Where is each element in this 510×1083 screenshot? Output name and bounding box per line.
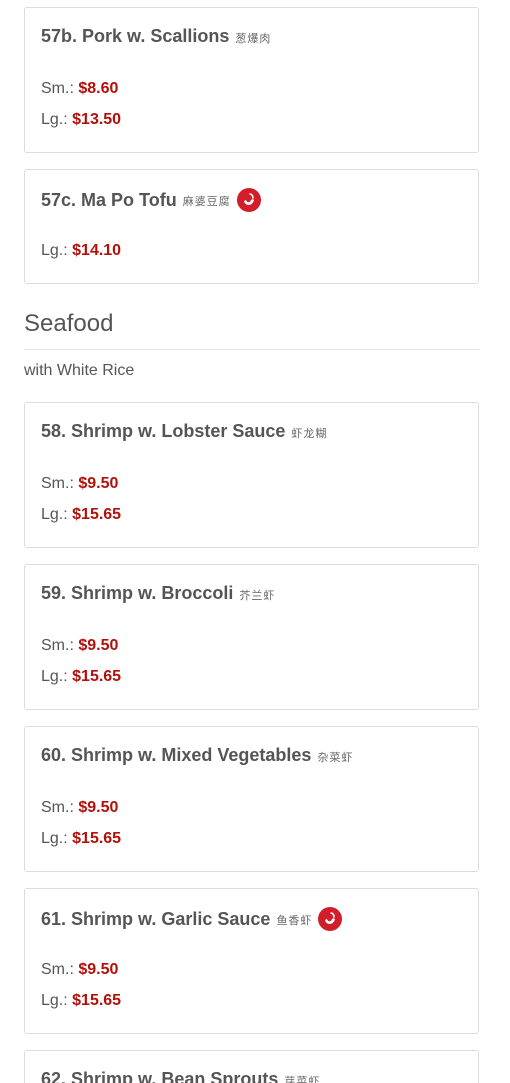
price-large: Lg.: $15.65	[41, 668, 121, 686]
menu-item-chinese-name: 麻婆豆腐	[182, 196, 231, 208]
price-value: $14.10	[72, 242, 122, 259]
menu-item-card[interactable]: 58. Shrimp w. Lobster Sauce 虾龙糊 Sm.: $9.…	[24, 402, 479, 548]
menu-item-card[interactable]: 62. Shrimp w. Bean Sprouts 芽菜虾	[24, 1050, 479, 1083]
menu-item-card[interactable]: 57c. Ma Po Tofu 麻婆豆腐 Lg.: $14.10	[24, 169, 479, 284]
section-divider	[24, 349, 480, 350]
menu-item-card[interactable]: 61. Shrimp w. Garlic Sauce 鱼香虾 Sm.: $9.5…	[24, 888, 479, 1034]
price-label: Lg.:	[41, 668, 68, 685]
menu-item-title: 57b. Pork w. Scallions 葱爆肉	[41, 26, 271, 47]
menu-item-title: 61. Shrimp w. Garlic Sauce 鱼香虾	[41, 907, 343, 931]
price-label: Lg.:	[41, 992, 68, 1009]
price-small: Sm.: $9.50	[41, 961, 118, 979]
price-value: $9.50	[78, 475, 119, 492]
menu-item-chinese-name: 芽菜虾	[284, 1075, 321, 1083]
menu-item-name: 60. Shrimp w. Mixed Vegetables	[41, 745, 312, 765]
price-large: Lg.: $14.10	[41, 242, 121, 260]
price-value: $13.50	[72, 111, 122, 128]
price-value: $15.65	[72, 668, 122, 685]
section-title: Seafood	[24, 310, 114, 337]
price-label: Sm.:	[41, 799, 74, 816]
menu-page: 57b. Pork w. Scallions 葱爆肉 Sm.: $8.60 Lg…	[0, 0, 510, 1083]
price-value: $9.50	[78, 799, 119, 816]
menu-item-title: 59. Shrimp w. Broccoli 芥兰虾	[41, 583, 275, 604]
menu-item-chinese-name: 鱼香虾	[276, 915, 313, 927]
menu-item-title: 62. Shrimp w. Bean Sprouts 芽菜虾	[41, 1069, 320, 1083]
price-label: Sm.:	[41, 637, 74, 654]
chili-pepper-icon	[236, 188, 261, 212]
chili-pepper-icon	[318, 907, 343, 931]
price-small: Sm.: $9.50	[41, 475, 118, 493]
price-label: Sm.:	[41, 475, 74, 492]
menu-item-title: 57c. Ma Po Tofu 麻婆豆腐	[41, 188, 261, 212]
menu-item-chinese-name: 葱爆肉	[235, 32, 272, 45]
price-value: $8.60	[78, 80, 119, 97]
price-small: Sm.: $9.50	[41, 637, 118, 655]
price-label: Lg.:	[41, 830, 68, 847]
menu-item-name: 59. Shrimp w. Broccoli	[41, 583, 234, 603]
section-description: with White Rice	[24, 362, 135, 379]
menu-item-name: 61. Shrimp w. Garlic Sauce	[41, 908, 271, 929]
price-label: Lg.:	[41, 111, 68, 128]
menu-item-title: 58. Shrimp w. Lobster Sauce 虾龙糊	[41, 421, 327, 442]
price-label: Lg.:	[41, 242, 68, 259]
menu-item-name: 58. Shrimp w. Lobster Sauce	[41, 421, 286, 441]
menu-item-name: 62. Shrimp w. Bean Sprouts	[41, 1069, 279, 1083]
menu-item-card[interactable]: 60. Shrimp w. Mixed Vegetables 杂菜虾 Sm.: …	[24, 726, 479, 872]
price-value: $9.50	[78, 637, 119, 654]
menu-item-card[interactable]: 59. Shrimp w. Broccoli 芥兰虾 Sm.: $9.50 Lg…	[24, 564, 479, 710]
price-large: Lg.: $15.65	[41, 506, 121, 524]
price-large: Lg.: $15.65	[41, 830, 121, 848]
price-value: $15.65	[72, 506, 122, 523]
menu-item-card[interactable]: 57b. Pork w. Scallions 葱爆肉 Sm.: $8.60 Lg…	[24, 7, 479, 153]
price-large: Lg.: $15.65	[41, 992, 121, 1010]
price-label: Sm.:	[41, 961, 74, 978]
price-value: $9.50	[78, 961, 119, 978]
price-label: Lg.:	[41, 506, 68, 523]
menu-item-chinese-name: 虾龙糊	[291, 427, 328, 440]
menu-item-title: 60. Shrimp w. Mixed Vegetables 杂菜虾	[41, 745, 353, 766]
menu-item-chinese-name: 杂菜虾	[317, 751, 354, 764]
price-small: Sm.: $9.50	[41, 799, 118, 817]
price-value: $15.65	[72, 830, 122, 847]
menu-item-name: 57c. Ma Po Tofu	[41, 189, 177, 210]
price-small: Sm.: $8.60	[41, 80, 118, 98]
price-label: Sm.:	[41, 80, 74, 97]
price-large: Lg.: $13.50	[41, 111, 121, 129]
menu-item-name: 57b. Pork w. Scallions	[41, 26, 230, 46]
menu-item-chinese-name: 芥兰虾	[239, 589, 276, 602]
price-value: $15.65	[72, 992, 122, 1009]
